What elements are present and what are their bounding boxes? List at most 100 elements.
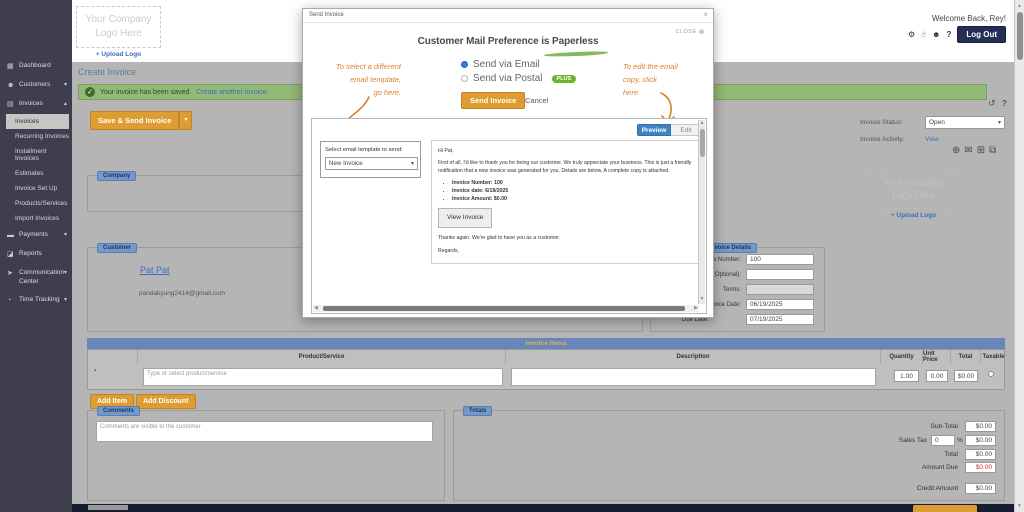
- invoice-date-field[interactable]: 06/19/2025: [746, 299, 814, 310]
- sidebar-item-customers[interactable]: ☻ Customers ▾: [0, 76, 72, 95]
- taxable-checkbox[interactable]: [988, 371, 994, 377]
- email-bullet: Invoice Number: 100: [452, 179, 693, 187]
- devices-icon[interactable]: ⧉: [989, 145, 996, 156]
- row-handle-icon[interactable]: ▪: [94, 368, 96, 374]
- sidebar-subitem-invoice-set-up[interactable]: Invoice Set Up: [0, 181, 72, 196]
- bottom-bar: [72, 504, 1024, 512]
- sidebar-item-dashboard[interactable]: ▦ Dashboard: [0, 57, 72, 76]
- envelope-icon[interactable]: ✉: [964, 145, 972, 156]
- sidebar-subitem-products-services[interactable]: Products/Services: [0, 196, 72, 211]
- sidebar-item-label: Dashboard: [19, 62, 51, 70]
- sidebar-subitem-estimates[interactable]: Estimates: [0, 166, 72, 181]
- panel-scrollbar-horizontal[interactable]: ◀ ▶: [313, 305, 699, 312]
- invoice-number-field[interactable]: 100: [746, 254, 814, 265]
- welcome-text: Welcome Back, Rey!: [932, 14, 1006, 23]
- product-service-input[interactable]: [143, 368, 503, 386]
- sidebar-item-payments[interactable]: ▬ Payments ▾: [0, 226, 72, 245]
- scroll-left-arrow[interactable]: ◀: [314, 306, 318, 311]
- annotation-line: email template,: [321, 73, 401, 86]
- due-date-field[interactable]: 07/19/2025: [746, 314, 814, 325]
- customer-section-badge: Customer: [97, 243, 137, 253]
- invoice-upload-logo-link[interactable]: + Upload Logo: [870, 212, 957, 219]
- scroll-down-arrow[interactable]: ▼: [1015, 502, 1024, 510]
- chevron-down-icon: ▾: [64, 270, 67, 278]
- panel-scrollbar-vertical[interactable]: ▲ ▼: [698, 120, 705, 304]
- save-send-invoice-button[interactable]: Save & Send Invoice: [90, 111, 179, 130]
- panel-hscrollbar-thumb[interactable]: [323, 306, 685, 311]
- scroll-down-arrow[interactable]: ▼: [699, 296, 705, 303]
- gear-icon[interactable]: ⚙: [908, 30, 915, 39]
- credit-amount-label: Credit Amount: [834, 485, 958, 492]
- help-icon[interactable]: ?: [946, 30, 951, 39]
- cancel-link[interactable]: Cancel: [525, 96, 548, 105]
- customer-name-link[interactable]: Pat Pat: [140, 265, 170, 275]
- send-invoice-button[interactable]: Send Invoice: [461, 92, 525, 109]
- total-value: $0.00: [965, 449, 996, 460]
- green-underline-swoosh: [544, 51, 608, 57]
- scroll-up-arrow[interactable]: ▲: [1015, 2, 1024, 10]
- annotation-line: copy, click: [623, 73, 695, 86]
- quantity-column-header: Quantity: [881, 350, 923, 364]
- terms-field[interactable]: [746, 284, 814, 295]
- sidebar-subitem-invoices[interactable]: Invoices: [6, 114, 69, 129]
- customers-icon: ☻: [7, 81, 15, 90]
- globe-icon[interactable]: ⊕: [952, 145, 960, 156]
- logo-text-line2: Logo Here: [77, 27, 160, 41]
- plus-badge: PLUS: [552, 75, 577, 83]
- quantity-input[interactable]: 1.00: [894, 370, 919, 382]
- chevron-down-icon: ▾: [411, 160, 414, 167]
- logout-button[interactable]: Log Out: [957, 26, 1006, 43]
- invoice-activity-view-link[interactable]: View: [925, 136, 939, 143]
- taxable-column-header: Taxable: [981, 350, 1006, 364]
- amount-due-value: $0.00: [965, 462, 996, 473]
- page-scrollbar-thumb[interactable]: [1017, 12, 1023, 60]
- sidebar-subitem-installment-invoices[interactable]: Installment Invoices: [0, 144, 72, 166]
- email-bullet: Invoice date: 6/19/2025: [452, 187, 693, 195]
- logo-text-line1: Your Company: [871, 176, 956, 189]
- history-icon[interactable]: ↺: [988, 98, 996, 109]
- sidebar-subitem-import-invoices[interactable]: Import Invoices: [0, 211, 72, 226]
- sidebar-item-time-tracking[interactable]: ◔ Time Tracking ▾: [0, 291, 72, 310]
- product-service-column-header: Product/Service: [138, 350, 506, 364]
- total-column-header: Total: [951, 350, 981, 364]
- page-title: Create Invoice: [78, 67, 136, 77]
- unit-price-input[interactable]: 0.00: [926, 370, 948, 382]
- send-via-email-option[interactable]: Send via Email: [461, 59, 540, 70]
- sidebar-subitem-recurring-invoices[interactable]: Recurring Invoices: [0, 129, 72, 144]
- page-help-icon[interactable]: ?: [1002, 99, 1007, 108]
- printer-icon[interactable]: ⊞: [977, 145, 985, 156]
- user-icon[interactable]: ☻: [932, 30, 940, 39]
- upload-logo-link[interactable]: + Upload Logo: [76, 51, 161, 58]
- comments-input[interactable]: [96, 421, 433, 442]
- preview-tab-button[interactable]: Preview: [637, 124, 671, 136]
- invoice-status-select[interactable]: Open ▾: [925, 116, 1005, 129]
- annotation-line: To edit the email: [623, 60, 695, 73]
- modal-close-x-icon[interactable]: ×: [703, 10, 708, 19]
- page-scrollbar[interactable]: ▲ ▼: [1014, 0, 1024, 512]
- sidebar-item-invoices[interactable]: ▤ Invoices ▴: [0, 95, 72, 114]
- radio-unselected-icon[interactable]: [461, 75, 468, 82]
- scroll-up-arrow[interactable]: ▲: [699, 120, 705, 127]
- sidebar-item-reports[interactable]: ◪ Reports: [0, 245, 72, 264]
- add-discount-button[interactable]: Add Discount: [136, 394, 196, 409]
- sales-tax-rate-input[interactable]: 0: [931, 435, 955, 446]
- scroll-right-arrow[interactable]: ▶: [694, 306, 698, 311]
- save-send-dropdown-caret[interactable]: ▾: [179, 111, 192, 130]
- view-invoice-button[interactable]: View Invoice: [438, 208, 492, 228]
- invoices-icon: ▤: [7, 100, 15, 109]
- panel-scrollbar-thumb[interactable]: [700, 129, 705, 157]
- template-select[interactable]: New Invoice ▾: [325, 157, 418, 170]
- email-body: First of all, I'd like to thank you for …: [438, 159, 693, 175]
- po-number-field[interactable]: [746, 269, 814, 280]
- sidebar-item-communication-center[interactable]: ➤ Communication Center ▾: [0, 264, 72, 291]
- modal-close-button[interactable]: CLOSE ⊗: [675, 28, 705, 36]
- send-via-postal-option[interactable]: Send via Postal PLUS: [461, 73, 576, 84]
- chevron-down-icon: ▾: [64, 232, 67, 240]
- radio-selected-icon[interactable]: [461, 61, 468, 68]
- thumbs-up-icon[interactable]: ☝: [921, 30, 926, 39]
- email-greeting: Hi Pat,: [438, 147, 693, 155]
- create-another-invoice-link[interactable]: Create another invoice.: [196, 89, 268, 96]
- description-input[interactable]: [511, 368, 876, 386]
- email-bullet: Invoice Amount: $0.00: [452, 195, 693, 203]
- time-tracking-icon: ◔: [7, 296, 15, 305]
